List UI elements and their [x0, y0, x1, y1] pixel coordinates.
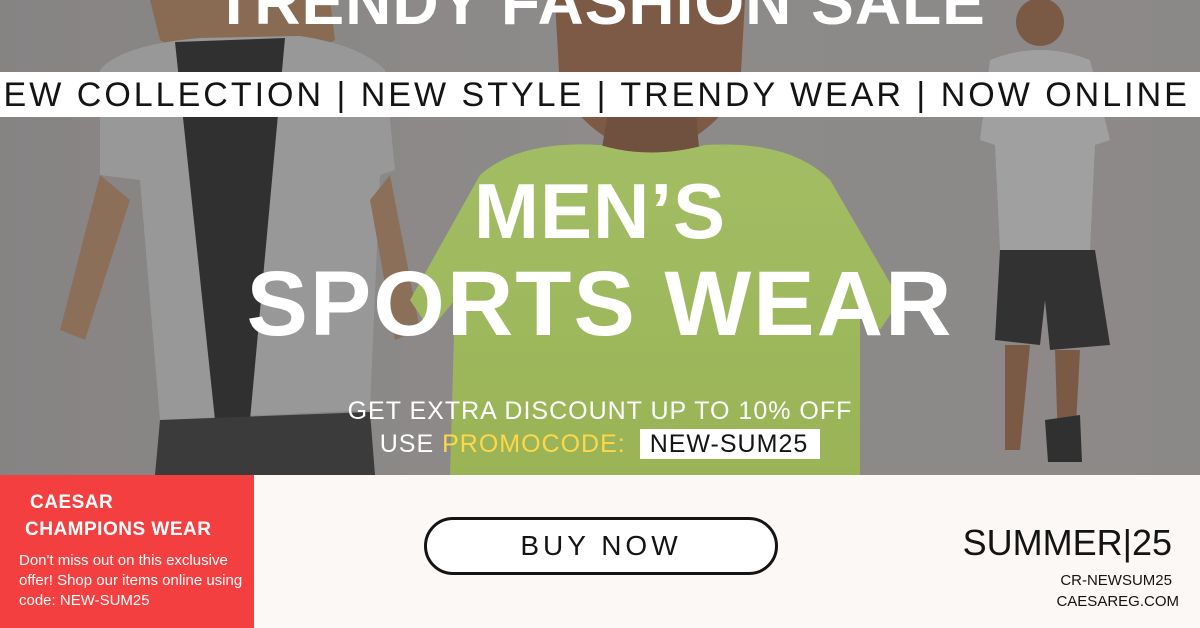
buy-now-button[interactable]: BUY NOW — [424, 517, 778, 575]
season-label: SUMMER|25 — [962, 522, 1172, 563]
hero-banner: TRENDY FASHION SALE NEW COLLECTION | NEW… — [0, 0, 1200, 475]
promo-word-label: PROMOCODE: — [442, 430, 626, 458]
ticker-text: NEW COLLECTION | NEW STYLE | TRENDY WEAR… — [0, 76, 1190, 114]
headline-mens: MEN’S — [473, 167, 727, 255]
brand-panel: CAESAR CHAMPIONS WEAR Don't miss out on … — [0, 475, 254, 628]
ticker-strip: NEW COLLECTION | NEW STYLE | TRENDY WEAR… — [0, 72, 1200, 117]
headline-sports-wear: SPORTS WEAR — [246, 253, 954, 355]
offer-text: Don't miss out on this exclusive offer! … — [19, 552, 243, 609]
brand-name-line2: CHAMPIONS WEAR — [25, 519, 212, 540]
website-link[interactable]: CAESAREG.COM — [1056, 592, 1179, 612]
promo-code-badge: NEW-SUM25 — [639, 429, 821, 459]
discount-text: GET EXTRA DISCOUNT UP TO 10% OFF — [347, 397, 853, 425]
promo-code-label: CR-NEWSUM25 — [1060, 572, 1172, 589]
brand-name-line1: CAESAR — [30, 492, 114, 513]
top-title: TRENDY FASHION SALE — [214, 0, 986, 38]
promo-use-label: USE — [379, 430, 435, 458]
promo-row: USE PROMOCODE: NEW-SUM25 — [0, 429, 1200, 459]
